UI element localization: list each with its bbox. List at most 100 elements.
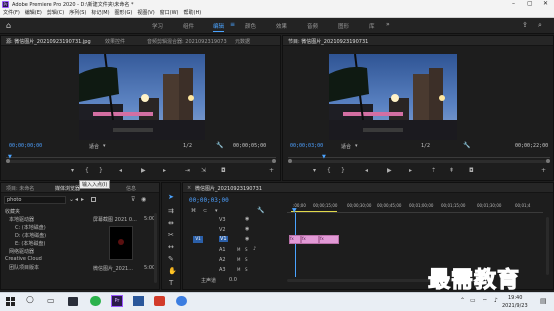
- media-app-icon[interactable]: [154, 296, 165, 306]
- go-to-in-button[interactable]: }: [99, 167, 103, 174]
- search-icon[interactable]: ○: [26, 295, 34, 305]
- export-icon[interactable]: ⇪: [522, 21, 528, 29]
- notification-icon[interactable]: ▤: [540, 297, 547, 305]
- insert-button[interactable]: ⇥: [185, 167, 190, 174]
- windows-start-icon[interactable]: [6, 297, 15, 306]
- eye-icon[interactable]: ◉: [245, 216, 249, 222]
- thumbnail-preview[interactable]: [109, 226, 133, 260]
- close-icon[interactable]: ×: [187, 185, 191, 191]
- home-icon[interactable]: ⌂: [6, 21, 11, 30]
- extract-button[interactable]: ⇞: [449, 167, 454, 174]
- workspace-editing[interactable]: 编辑: [213, 22, 225, 32]
- tab-media-browser[interactable]: 媒体浏览器: [55, 185, 80, 192]
- play-button[interactable]: ▶: [141, 167, 146, 174]
- hand-tool-icon[interactable]: ✋: [168, 267, 177, 275]
- wrench-icon[interactable]: 🔧: [257, 207, 264, 214]
- menu-clip[interactable]: 剪辑(C): [47, 9, 64, 18]
- wrench-icon[interactable]: 🔧: [216, 142, 223, 149]
- menu-sequence[interactable]: 序列(S): [69, 9, 86, 18]
- track-v3[interactable]: V3 ◉: [189, 215, 285, 225]
- minimize-button[interactable]: –: [512, 0, 515, 7]
- program-timecode-in[interactable]: 00;00;03;00: [290, 143, 323, 149]
- solo-button[interactable]: S: [245, 257, 248, 262]
- menu-marker[interactable]: 标记(M): [91, 9, 109, 18]
- type-tool-icon[interactable]: T: [169, 279, 173, 287]
- maximize-button[interactable]: ▢: [527, 0, 533, 7]
- clip-1[interactable]: fx: [289, 235, 301, 244]
- go-to-in-button[interactable]: }: [341, 167, 345, 174]
- tree-item-drive-d[interactable]: D: (本地磁盘): [5, 232, 85, 240]
- program-scrub-bar[interactable]: ▼: [288, 154, 550, 160]
- track-select-icon[interactable]: ⇉: [168, 207, 174, 215]
- mark-in-button[interactable]: ▾: [71, 167, 74, 174]
- tray-chevron-icon[interactable]: ⌃: [460, 297, 465, 304]
- tree-item-network-drives[interactable]: 网络驱动器: [5, 248, 85, 256]
- wrench-icon[interactable]: 🔧: [463, 142, 470, 149]
- menu-help[interactable]: 帮助(H): [184, 9, 202, 18]
- eye-icon[interactable]: ◉: [245, 226, 249, 232]
- track-a2[interactable]: A2 M S: [189, 255, 285, 265]
- workspace-effects[interactable]: 效果: [276, 22, 287, 30]
- view-icon[interactable]: ◉: [141, 196, 146, 203]
- source-patch-v1[interactable]: V1: [193, 236, 203, 243]
- track-a1[interactable]: A1 M S ♪: [189, 245, 285, 255]
- menu-file[interactable]: 文件(F): [3, 9, 20, 18]
- program-resolution-dropdown[interactable]: 1/2: [421, 143, 430, 149]
- mute-button[interactable]: M: [237, 267, 240, 272]
- workspace-learn[interactable]: 学习: [152, 22, 163, 30]
- step-forward-button[interactable]: ▸: [409, 167, 412, 174]
- tree-item-team-projects[interactable]: 团队项目版本: [5, 264, 85, 272]
- master-value[interactable]: 0.0: [229, 277, 237, 283]
- timeline-timecode[interactable]: 00;00;03;00: [189, 197, 229, 204]
- tree-item-favorites[interactable]: 收藏夹: [5, 208, 85, 216]
- close-button[interactable]: ✕: [543, 0, 548, 7]
- time-ruler[interactable]: :00;00 00;00;15;00 00;00;30;00 00;00;45;…: [287, 201, 543, 214]
- premiere-taskbar-icon[interactable]: Pr: [111, 295, 123, 307]
- tab-metadata[interactable]: 元数据: [235, 38, 250, 45]
- tree-item-local-drives[interactable]: 本地驱动器: [5, 216, 85, 224]
- menu-edit[interactable]: 编辑(E): [25, 9, 42, 18]
- task-view-icon[interactable]: ▭: [47, 296, 55, 305]
- linked-icon[interactable]: ⊂: [203, 208, 207, 214]
- clip-2[interactable]: fx: [301, 235, 319, 244]
- workspace-audio[interactable]: 音频: [307, 22, 318, 30]
- zoom-handle-right[interactable]: [272, 159, 276, 163]
- mark-out-button[interactable]: {: [327, 167, 331, 174]
- track-a3[interactable]: A3 M S: [189, 265, 285, 275]
- back-icon[interactable]: ◂: [75, 196, 78, 203]
- source-resolution-dropdown[interactable]: 1/2: [183, 143, 192, 149]
- add-button[interactable]: +: [269, 167, 274, 174]
- menu-view[interactable]: 视图(V): [137, 9, 154, 18]
- slip-tool-icon[interactable]: ↔: [168, 243, 174, 251]
- zoom-handle-right[interactable]: [546, 159, 550, 163]
- more-icon[interactable]: »: [386, 21, 390, 28]
- eye-icon[interactable]: ◉: [245, 236, 249, 242]
- filter-icon[interactable]: ⌄: [69, 196, 74, 203]
- ripple-edit-icon[interactable]: ⇹: [168, 219, 174, 227]
- chevron-down-icon[interactable]: ▾: [103, 143, 106, 149]
- menu-window[interactable]: 窗口(W): [160, 9, 179, 18]
- workspace-color[interactable]: 颜色: [245, 22, 256, 30]
- mark-in-button[interactable]: ▾: [313, 167, 316, 174]
- play-button[interactable]: ▶: [387, 167, 392, 174]
- tab-program[interactable]: 节目: 微信图片_20210923190731: [288, 38, 368, 45]
- timeline-vertical-scrollbar[interactable]: [546, 217, 549, 275]
- chevron-down-icon[interactable]: ▾: [355, 143, 358, 149]
- add-button[interactable]: +: [541, 167, 546, 174]
- mark-out-button[interactable]: {: [85, 167, 89, 174]
- step-back-button[interactable]: ◂: [365, 167, 368, 174]
- mic-icon[interactable]: ♪: [253, 246, 256, 252]
- menu-graphics[interactable]: 图形(G): [115, 9, 133, 18]
- battery-icon[interactable]: ▭: [470, 297, 476, 304]
- tab-info[interactable]: 信息: [126, 185, 136, 192]
- camera-icon[interactable]: ◘: [221, 167, 226, 174]
- search-icon[interactable]: ⌕: [538, 21, 542, 30]
- browser-icon[interactable]: [176, 296, 187, 306]
- snap-icon[interactable]: ⌘: [191, 208, 196, 214]
- workspace-menu-icon[interactable]: ≡: [230, 21, 235, 28]
- track-master[interactable]: 主声道 0.0: [189, 275, 285, 285]
- vertical-scrollbar[interactable]: [154, 213, 157, 283]
- source-fit-dropdown[interactable]: 适合: [89, 143, 99, 150]
- wechat-icon[interactable]: [90, 296, 101, 306]
- clock-time[interactable]: 19:40: [508, 295, 522, 301]
